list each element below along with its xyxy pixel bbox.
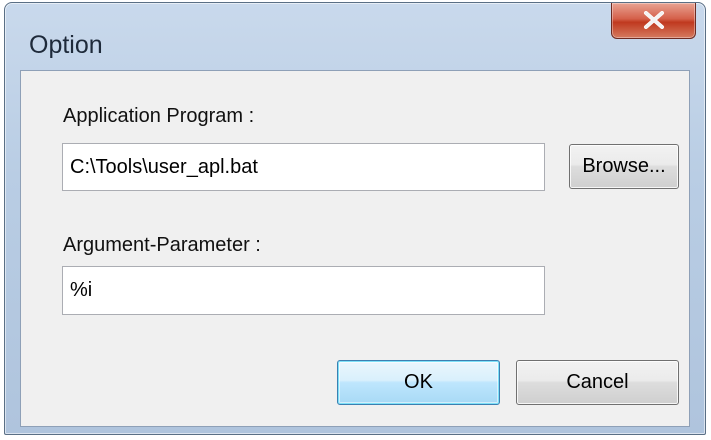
- application-program-input[interactable]: C:\Tools\user_apl.bat: [62, 143, 545, 191]
- cancel-button[interactable]: Cancel: [516, 360, 679, 405]
- application-program-label: Application Program :: [63, 105, 255, 127]
- dialog-window: Option Application Program : C:\Tools\us…: [4, 2, 706, 435]
- argument-parameter-input[interactable]: %i: [62, 266, 545, 315]
- close-icon: [644, 11, 664, 29]
- ok-button[interactable]: OK: [337, 360, 500, 405]
- dialog-body: Application Program : C:\Tools\user_apl.…: [20, 70, 690, 427]
- argument-parameter-label: Argument-Parameter :: [63, 234, 261, 256]
- close-button[interactable]: [611, 3, 696, 39]
- browse-button[interactable]: Browse...: [569, 144, 679, 189]
- window-title: Option: [29, 31, 103, 59]
